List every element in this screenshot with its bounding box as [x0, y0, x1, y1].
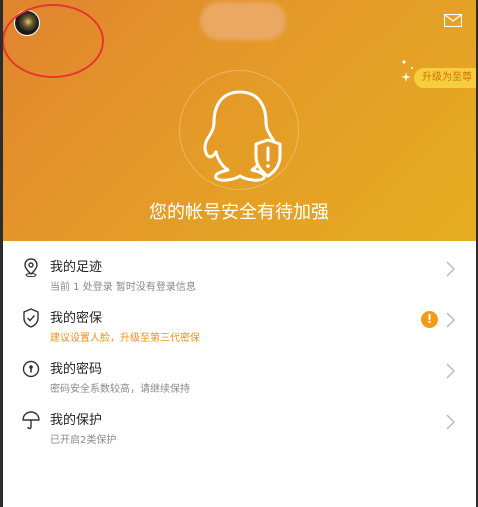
chevron-right-icon [446, 312, 455, 328]
list-item-protection[interactable]: 我的保护 已开启2类保护 [0, 394, 478, 446]
list-item-title: 我的密码 [50, 362, 103, 377]
list-item-subtitle: 已开启2类保护 [50, 435, 117, 446]
location-pin-icon [24, 258, 38, 277]
list-item-subtitle: 建议设置人脸，升级至第三代密保 [50, 333, 200, 344]
list-item-title: 我的足迹 [50, 260, 103, 275]
security-header: 升级为至尊 您的帐号安全有待加强 [0, 0, 478, 241]
list-item-title: 我的密保 [50, 311, 103, 326]
list-item-footprint[interactable]: 我的足迹 当前 1 处登录 暂时没有登录信息 [0, 241, 478, 293]
upgrade-badge[interactable]: 升级为至尊 [414, 68, 478, 88]
redacted-username [200, 2, 286, 40]
umbrella-icon [22, 411, 40, 430]
list-item-subtitle: 当前 1 处登录 暂时没有登录信息 [50, 282, 196, 293]
annotation-circle [2, 4, 104, 78]
keyhole-icon [22, 360, 40, 378]
mail-icon[interactable] [444, 14, 462, 27]
warning-badge-icon: ! [421, 311, 438, 328]
qq-penguin-shield-icon [203, 90, 282, 182]
list-item-title: 我的保护 [50, 413, 103, 428]
list-item-subtitle: 密码安全系数较高，请继续保持 [50, 384, 190, 395]
left-border [0, 0, 3, 507]
security-headline: 您的帐号安全有待加强 [149, 202, 329, 223]
list-item-password[interactable]: 我的密码 密码安全系数较高，请继续保持 [0, 343, 478, 395]
list-item-security-question[interactable]: 我的密保 建议设置人脸，升级至第三代密保 [0, 292, 478, 344]
chevron-right-icon [446, 363, 455, 379]
security-list: 我的足迹 当前 1 处登录 暂时没有登录信息 我的密保 建议设置人脸，升级至第三… [0, 241, 478, 446]
shield-check-icon [23, 308, 39, 328]
chevron-right-icon [446, 261, 455, 277]
chevron-right-icon [446, 414, 455, 430]
